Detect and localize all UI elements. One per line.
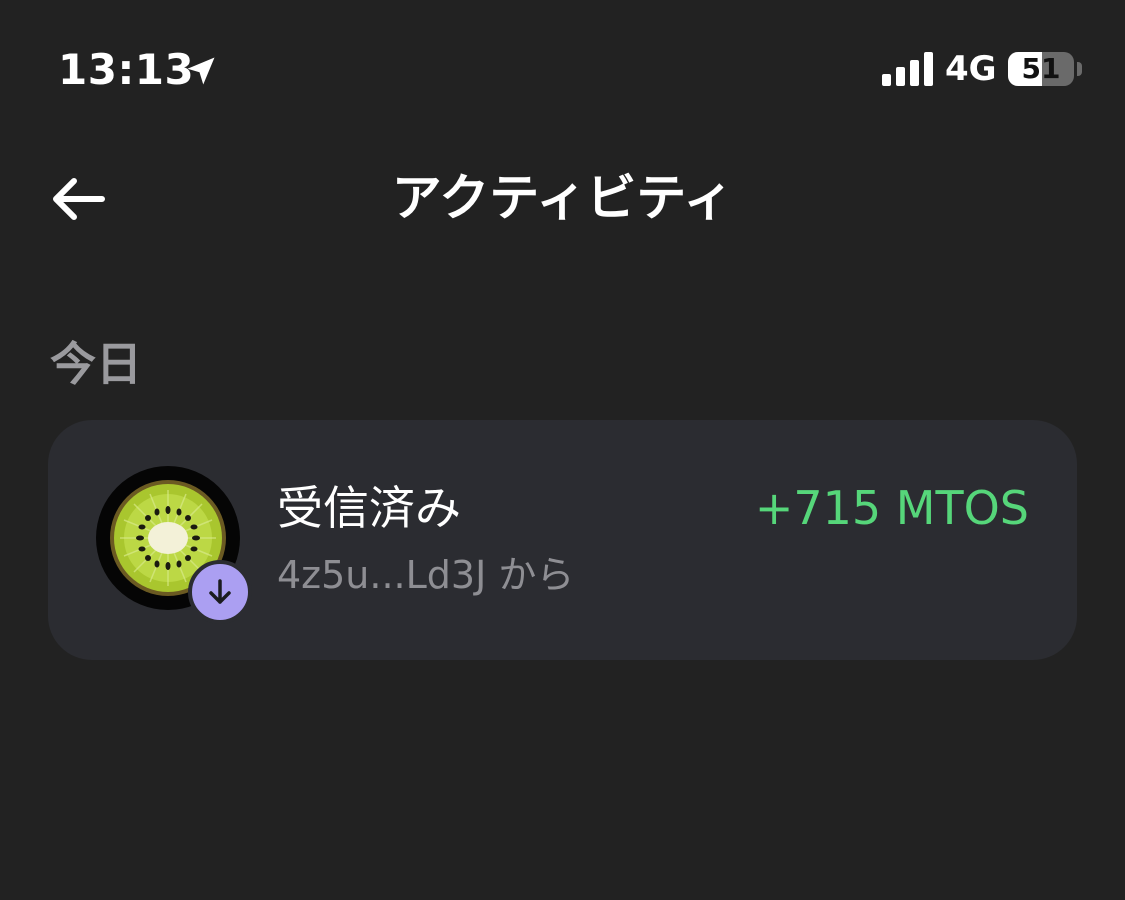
status-bar: 13:13 4G 51 — [0, 0, 1125, 140]
section-heading-today: 今日 — [50, 337, 142, 391]
received-badge — [188, 560, 252, 624]
network-type-label: 4G — [945, 49, 997, 89]
location-arrow-icon — [187, 57, 215, 85]
page-title: アクティビティ — [391, 169, 734, 227]
battery-cap — [1077, 62, 1082, 76]
arrow-down-icon — [209, 579, 231, 604]
activity-amount: +715 MTOS — [754, 481, 1029, 535]
battery-percent: 51 — [1021, 52, 1061, 85]
battery-indicator: 51 — [1008, 52, 1074, 86]
activity-title: 受信済み — [277, 481, 461, 535]
cellular-signal-icon — [882, 52, 933, 86]
activity-sender: 4z5u...Ld3J から — [277, 553, 575, 597]
activity-item-received[interactable]: 受信済み 4z5u...Ld3J から +715 MTOS — [48, 420, 1077, 660]
status-time: 13:13 — [58, 45, 195, 94]
